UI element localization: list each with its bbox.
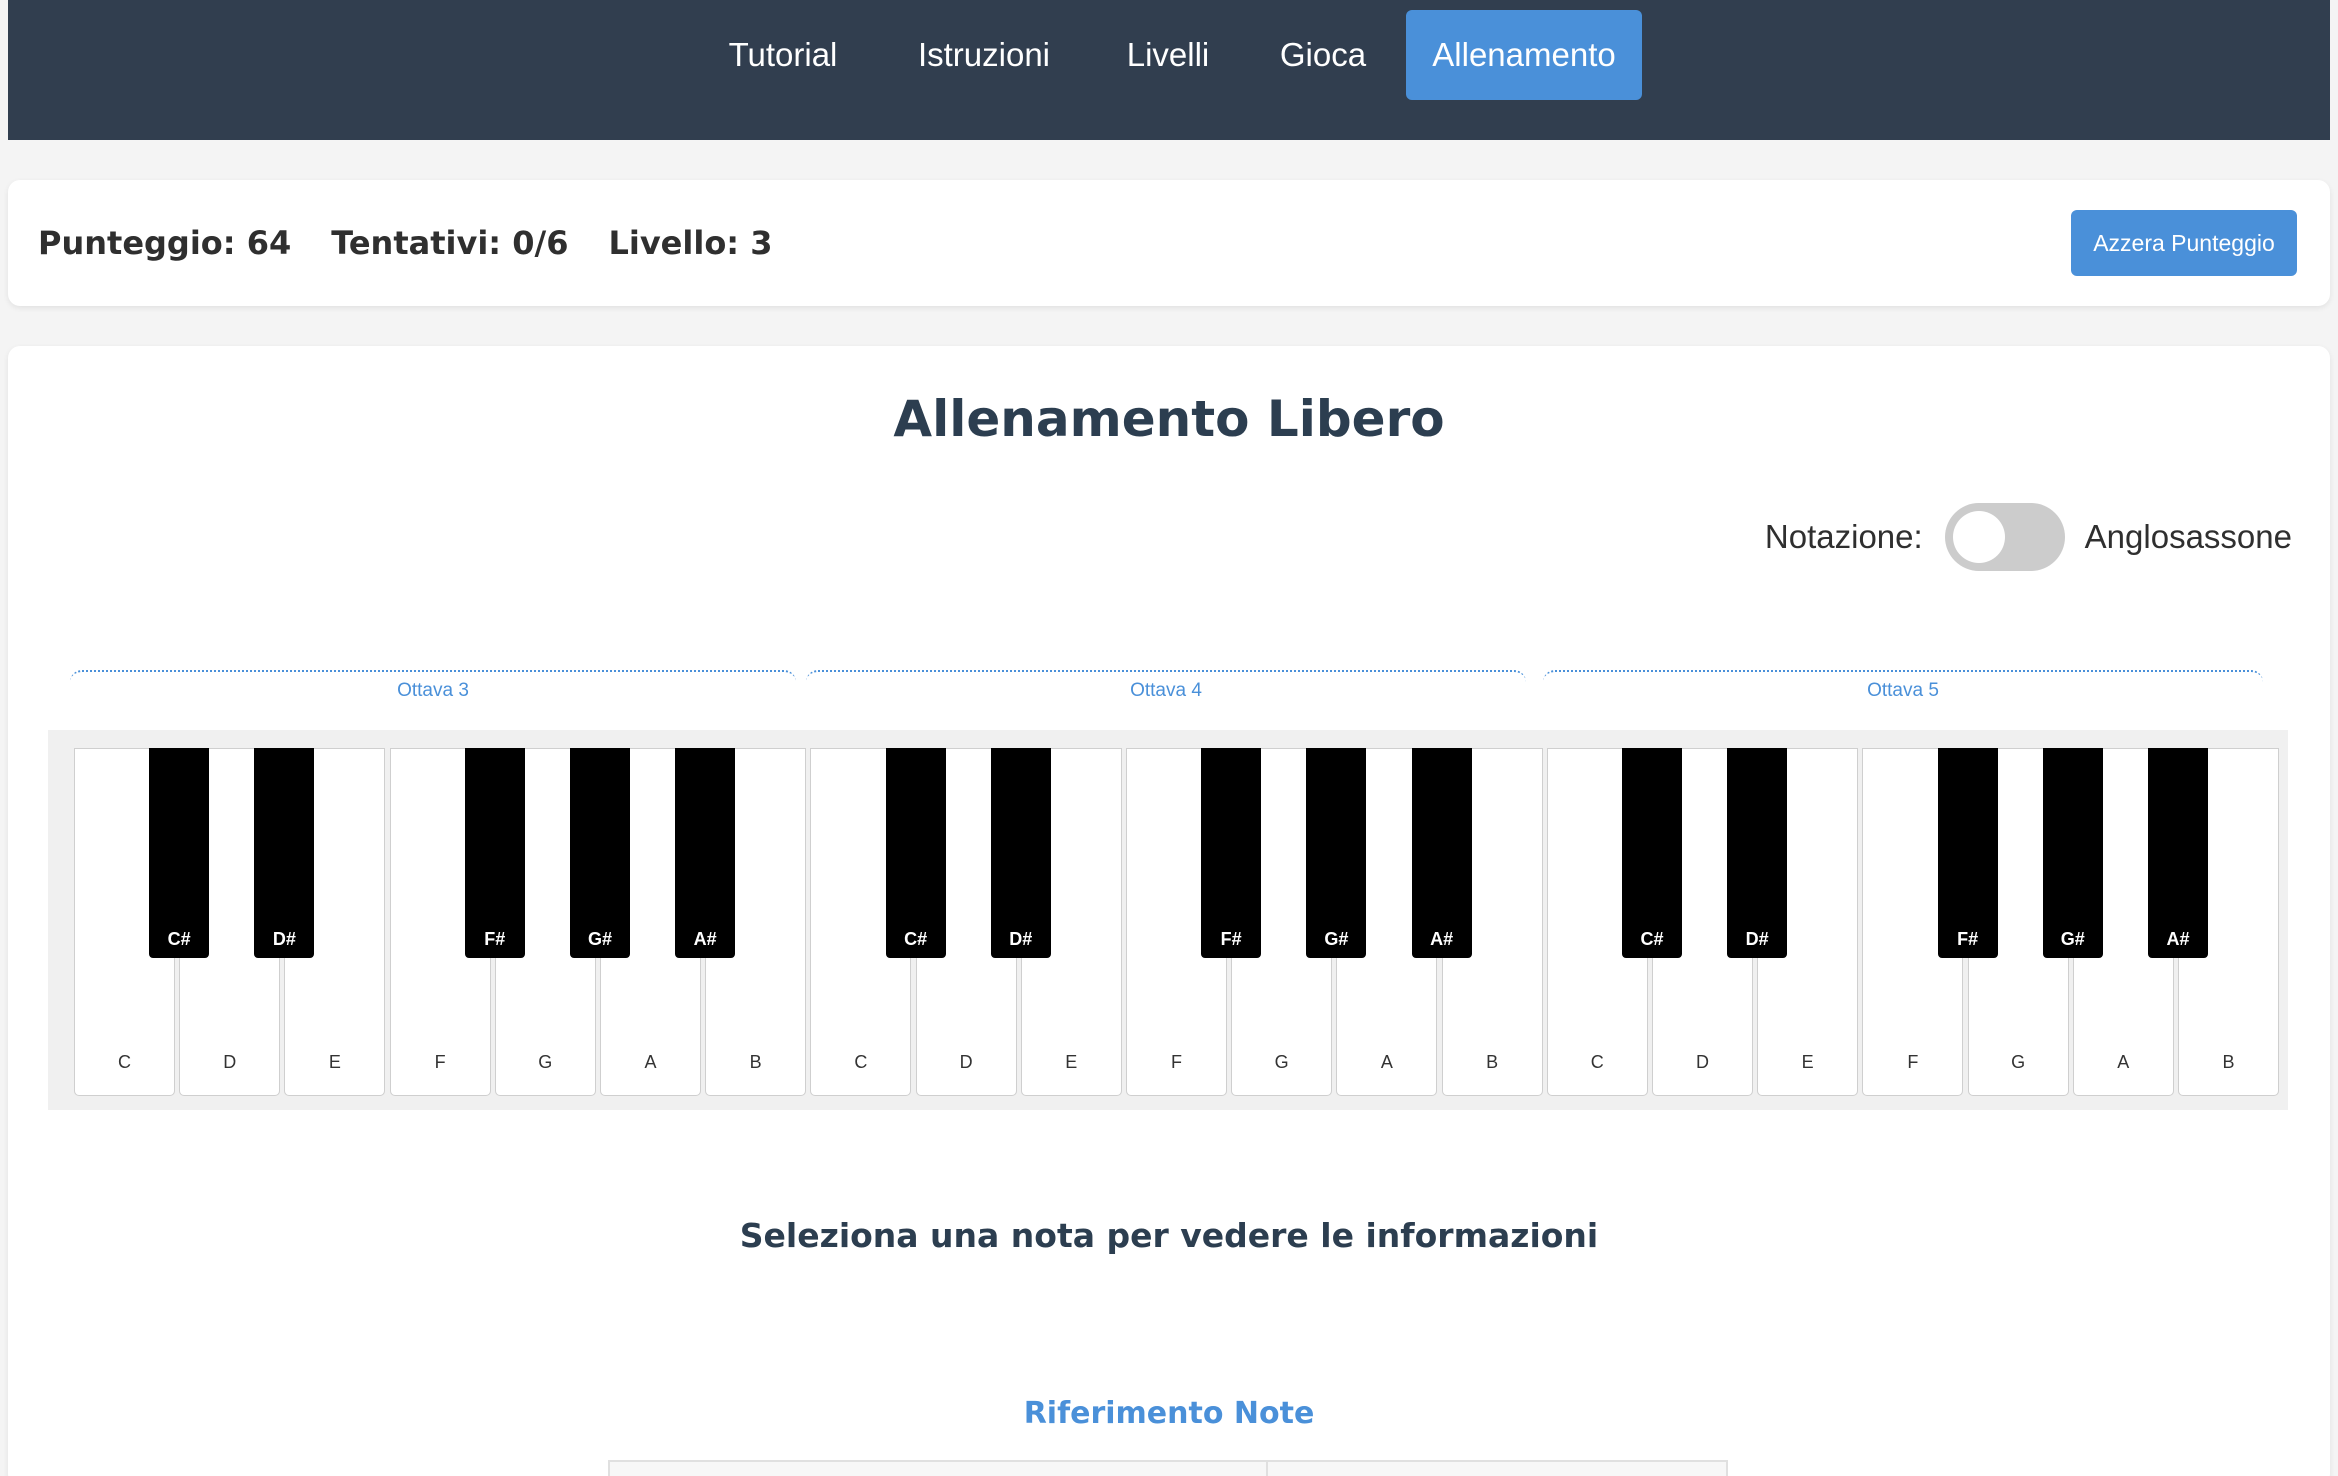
notation-value: Anglosassone bbox=[2084, 518, 2292, 555]
key-label: F# bbox=[1957, 929, 1979, 949]
black-key-ds-1[interactable]: D# bbox=[254, 748, 315, 958]
key-label: F# bbox=[484, 929, 506, 949]
key-label: E bbox=[1065, 1052, 1078, 1072]
score-value: Punteggio: 64 bbox=[38, 224, 292, 262]
black-key-as-1[interactable]: A# bbox=[675, 748, 736, 958]
key-label: A# bbox=[1430, 929, 1454, 949]
reference-header-cell bbox=[1266, 1462, 1726, 1476]
key-label: D# bbox=[1009, 929, 1033, 949]
black-key-cs-3[interactable]: C# bbox=[1622, 748, 1682, 958]
key-label: C# bbox=[904, 929, 928, 949]
attempts-value: Tentativi: 0/6 bbox=[331, 224, 569, 262]
key-label: G# bbox=[1324, 929, 1349, 949]
key-label: D bbox=[1696, 1052, 1709, 1072]
tab-tutorial[interactable]: Tutorial bbox=[703, 10, 863, 100]
black-key-fs-1[interactable]: F# bbox=[464, 748, 525, 958]
black-key-fs-2[interactable]: F# bbox=[1201, 748, 1262, 958]
reference-header-cell bbox=[610, 1462, 1266, 1476]
key-label: C# bbox=[167, 929, 191, 949]
score-stats: Punteggio: 64 Tentativi: 0/6 Livello: 3 bbox=[38, 180, 773, 306]
key-label: C bbox=[854, 1052, 868, 1072]
tab-allenamento[interactable]: Allenamento bbox=[1406, 10, 1642, 100]
notation-toggle[interactable] bbox=[1944, 503, 2065, 571]
key-label: F# bbox=[1220, 929, 1242, 949]
key-label: G# bbox=[2060, 929, 2085, 949]
key-label: B bbox=[749, 1052, 762, 1072]
key-label: C# bbox=[1640, 929, 1664, 949]
piano-keyboard: C D E F G A B C D E F G A B C D E F G A B C# D# F# G# A# C# D# F# G# A… bbox=[48, 730, 2288, 1110]
black-key-gs-3[interactable]: G# bbox=[2042, 748, 2103, 958]
black-key-as-2[interactable]: A# bbox=[1411, 748, 1472, 958]
key-label: F bbox=[434, 1052, 446, 1072]
key-label: D# bbox=[272, 929, 296, 949]
key-label: G bbox=[538, 1052, 553, 1072]
key-label: C bbox=[118, 1052, 131, 1072]
training-panel: Allenamento Libero Notazione: Anglosasso… bbox=[8, 346, 2330, 1476]
key-label: D bbox=[223, 1052, 237, 1072]
key-label: A# bbox=[693, 929, 717, 949]
key-label: A bbox=[644, 1052, 657, 1072]
black-key-cs-2[interactable]: C# bbox=[885, 748, 946, 958]
note-reference-title: Riferimento Note bbox=[1023, 1396, 1315, 1431]
black-key-ds-3[interactable]: D# bbox=[1727, 748, 1788, 958]
reset-score-button[interactable]: Azzera Punteggio bbox=[2071, 210, 2297, 276]
notation-label: Notazione: bbox=[1764, 518, 1923, 555]
page-title: Allenamento Libero bbox=[893, 390, 1445, 448]
key-label: B bbox=[1486, 1052, 1499, 1072]
black-key-cs-1[interactable]: C# bbox=[149, 748, 210, 958]
tab-gioca[interactable]: Gioca bbox=[1263, 10, 1383, 100]
key-label: A# bbox=[2166, 929, 2190, 949]
black-key-gs-1[interactable]: G# bbox=[570, 748, 630, 958]
octave-label-4: Ottava 4 bbox=[806, 670, 1526, 712]
notation-switch: Notazione: Anglosassone bbox=[1765, 502, 2292, 572]
key-label: E bbox=[1801, 1052, 1814, 1072]
score-panel: Punteggio: 64 Tentativi: 0/6 Livello: 3 … bbox=[8, 180, 2330, 306]
key-label: F bbox=[1171, 1052, 1182, 1072]
top-nav: Tutorial Istruzioni Livelli Gioca Allena… bbox=[8, 0, 2330, 140]
note-info-prompt: Seleziona una nota per vedere le informa… bbox=[739, 1216, 1599, 1255]
key-label: G bbox=[1274, 1052, 1289, 1072]
key-label: G bbox=[2011, 1052, 2026, 1072]
key-label: A bbox=[2117, 1052, 2130, 1072]
key-label: C bbox=[1590, 1052, 1604, 1072]
level-value: Livello: 3 bbox=[608, 224, 773, 262]
black-key-fs-3[interactable]: F# bbox=[1937, 748, 1998, 958]
octave-label-3: Ottava 3 bbox=[70, 670, 796, 712]
key-label: B bbox=[2222, 1052, 2235, 1072]
key-label: G# bbox=[587, 929, 612, 949]
black-key-gs-2[interactable]: G# bbox=[1306, 748, 1367, 958]
key-label: D# bbox=[1745, 929, 1769, 949]
key-label: F bbox=[1907, 1052, 1919, 1072]
key-label: D bbox=[959, 1052, 973, 1072]
note-reference-table bbox=[608, 1460, 1728, 1476]
tab-istruzioni[interactable]: Istruzioni bbox=[894, 10, 1074, 100]
toggle-knob bbox=[1952, 511, 2005, 563]
key-label: E bbox=[328, 1052, 341, 1072]
key-label: A bbox=[1380, 1052, 1393, 1072]
black-key-ds-2[interactable]: D# bbox=[990, 748, 1051, 958]
octave-label-5: Ottava 5 bbox=[1543, 670, 2263, 712]
black-key-as-3[interactable]: A# bbox=[2148, 748, 2208, 958]
tab-livelli[interactable]: Livelli bbox=[1108, 10, 1228, 100]
